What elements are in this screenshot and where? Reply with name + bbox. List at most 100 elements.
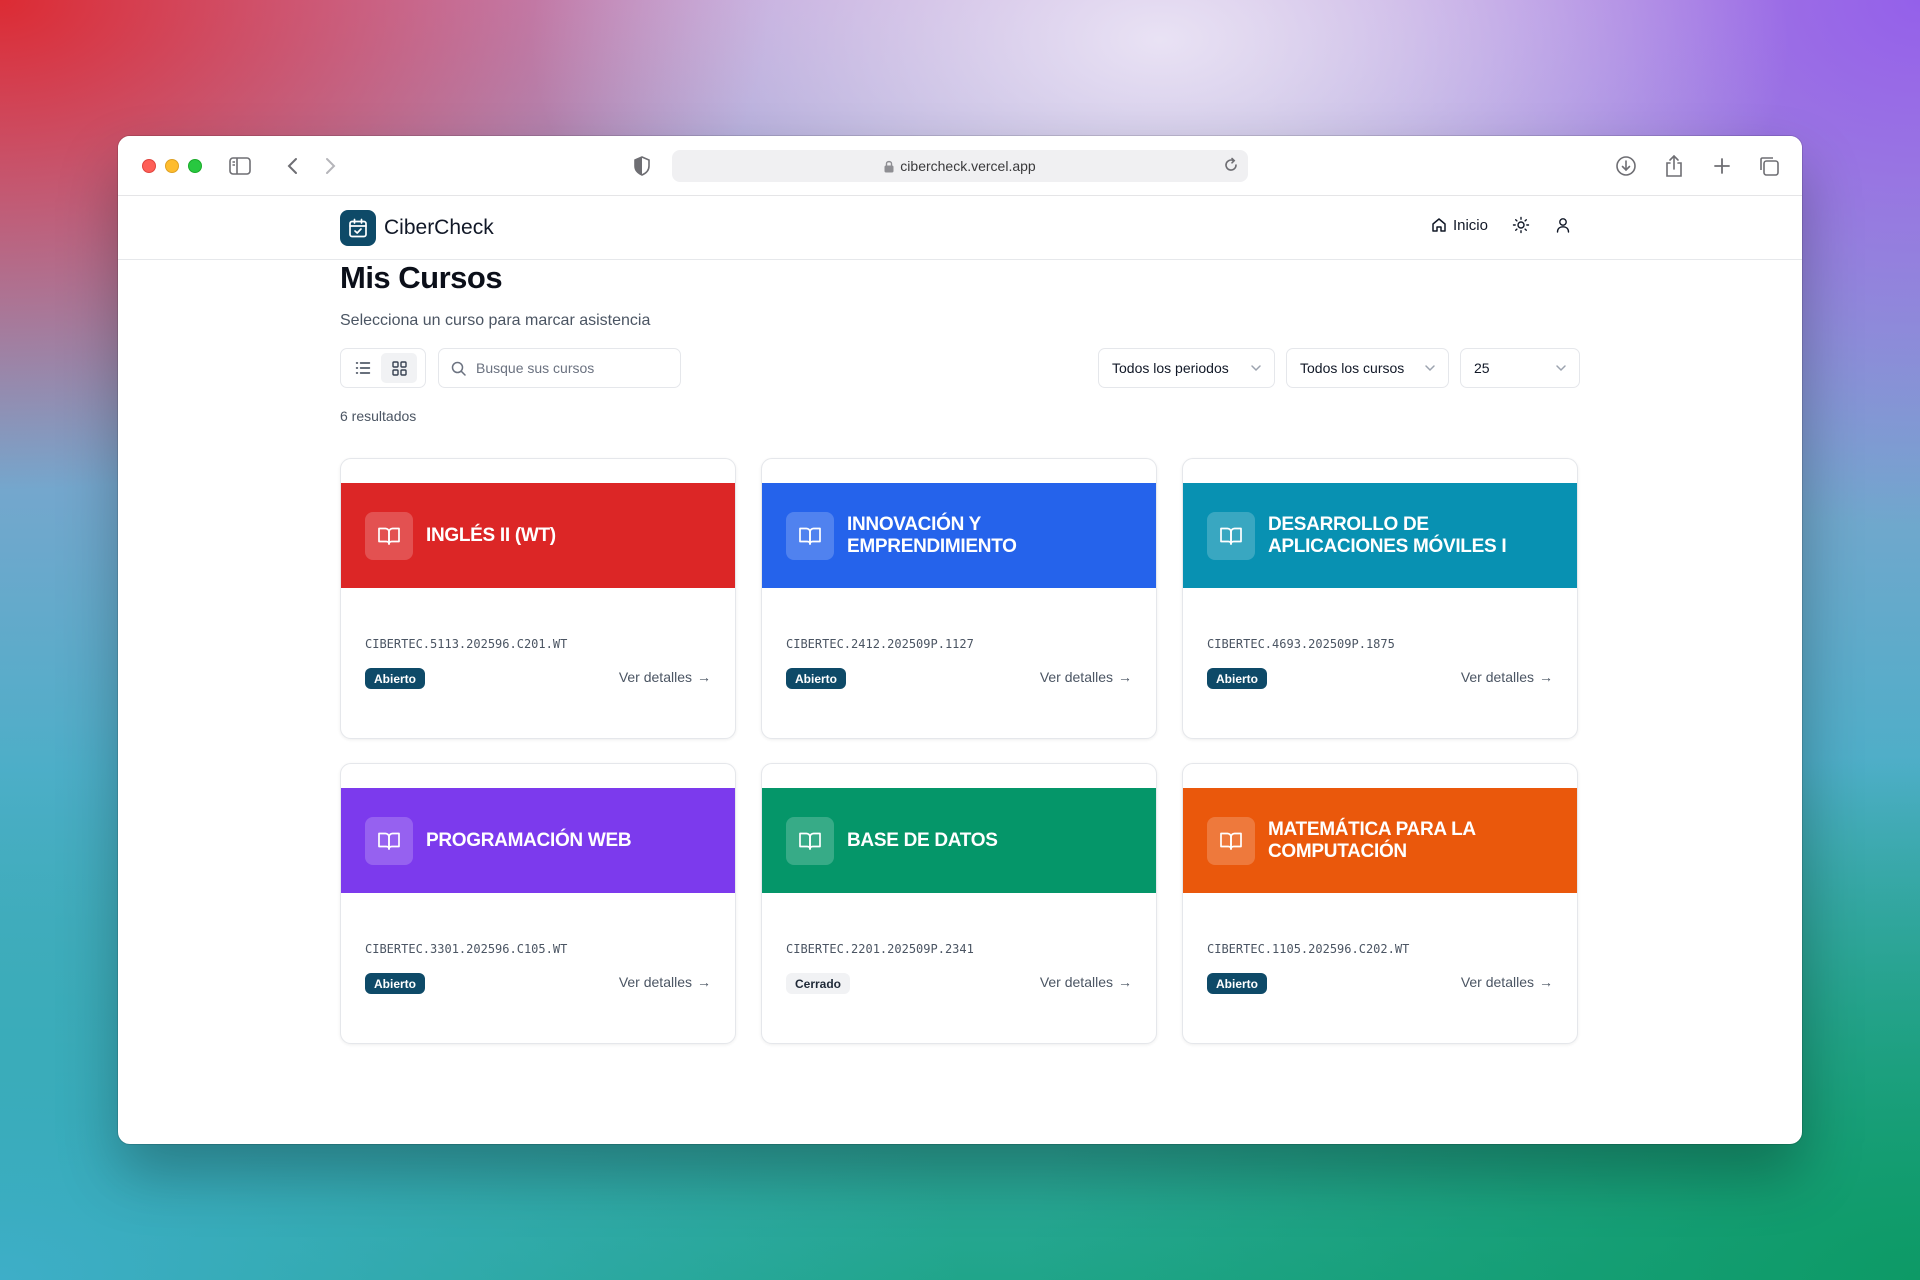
course-code: CIBERTEC.1105.202596.C202.WT <box>1207 942 1410 956</box>
sidebar-toggle-icon[interactable] <box>228 154 252 178</box>
open-book-icon <box>1207 511 1255 560</box>
course-title: INGLÉS II (WT) <box>426 524 556 546</box>
browser-toolbar: cibercheck.vercel.app <box>118 136 1802 196</box>
course-card[interactable]: PROGRAMACIÓN WEB CIBERTEC.3301.202596.C1… <box>340 763 736 1044</box>
status-badge: Abierto <box>786 668 846 689</box>
theme-toggle-sun-icon[interactable] <box>1512 216 1530 234</box>
course-code: CIBERTEC.2201.202509P.2341 <box>786 942 974 956</box>
course-code: CIBERTEC.4693.202509P.1875 <box>1207 637 1395 651</box>
minimize-window-button[interactable] <box>165 159 179 173</box>
course-code: CIBERTEC.3301.202596.C105.WT <box>365 942 568 956</box>
results-count: 6 resultados <box>340 408 417 424</box>
course-title: PROGRAMACIÓN WEB <box>426 829 632 851</box>
brand[interactable]: CiberCheck <box>340 210 494 246</box>
app-name: CiberCheck <box>384 216 494 239</box>
view-details-label: Ver detalles <box>1039 974 1113 990</box>
status-badge: Abierto <box>1207 973 1267 994</box>
view-details-link[interactable]: Ver detalles → <box>619 974 711 990</box>
user-profile-icon[interactable] <box>1554 216 1572 234</box>
list-view-button[interactable] <box>345 353 381 383</box>
open-book-icon <box>1207 816 1255 865</box>
page-title: Mis Cursos <box>340 260 503 295</box>
arrow-right-icon: → <box>1118 669 1132 685</box>
status-badge: Abierto <box>365 668 425 689</box>
course-title: INNOVACIÓN Y EMPRENDIMIENTO <box>847 513 1017 557</box>
course-title: MATEMÁTICA PARA LA COMPUTACIÓN <box>1268 818 1476 862</box>
page-size-value: 25 <box>1474 360 1490 376</box>
course-card-header: INNOVACIÓN Y EMPRENDIMIENTO <box>762 483 1156 588</box>
search-icon <box>451 361 466 376</box>
search-input[interactable] <box>476 360 666 376</box>
status-badge: Abierto <box>365 973 425 994</box>
page-subtitle: Selecciona un curso para marcar asistenc… <box>340 312 651 329</box>
grid-view-button[interactable] <box>381 353 417 383</box>
lock-icon <box>884 160 894 173</box>
course-card-header: INGLÉS II (WT) <box>341 483 735 588</box>
downloads-icon[interactable] <box>1614 154 1638 178</box>
view-details-link[interactable]: Ver detalles → <box>1040 669 1132 685</box>
view-details-link[interactable]: Ver detalles → <box>619 669 711 685</box>
period-filter-select[interactable]: Todos los periodos <box>1098 348 1275 388</box>
arrow-right-icon: → <box>1118 974 1132 990</box>
main-content: Mis Cursos Selecciona un curso para marc… <box>340 260 1580 1044</box>
address-bar[interactable]: cibercheck.vercel.app <box>672 150 1248 182</box>
forward-icon[interactable] <box>318 154 342 178</box>
course-card-header: MATEMÁTICA PARA LA COMPUTACIÓN <box>1183 788 1577 893</box>
status-badge: Cerrado <box>786 973 851 994</box>
course-card[interactable]: INGLÉS II (WT) CIBERTEC.5113.202596.C201… <box>340 458 736 739</box>
view-details-label: Ver detalles <box>1460 669 1534 685</box>
new-tab-icon[interactable] <box>1710 154 1734 178</box>
open-book-icon <box>365 816 413 865</box>
view-details-label: Ver detalles <box>1460 974 1534 990</box>
arrow-right-icon: → <box>1539 974 1553 990</box>
course-title: BASE DE DATOS <box>847 829 998 851</box>
course-grid: INGLÉS II (WT) CIBERTEC.5113.202596.C201… <box>340 458 1580 1044</box>
course-toolbar: Todos los periodos Todos los cursos 25 <box>340 348 1580 388</box>
course-filter-value: Todos los cursos <box>1300 360 1405 376</box>
url-text: cibercheck.vercel.app <box>900 158 1036 174</box>
back-icon[interactable] <box>281 154 305 178</box>
course-title: DESARROLLO DE APLICACIONES MÓVILES I <box>1268 513 1507 557</box>
chevron-down-icon <box>1250 364 1262 372</box>
view-details-label: Ver detalles <box>618 974 692 990</box>
open-book-icon <box>786 511 834 560</box>
view-toggle <box>340 348 426 388</box>
share-icon[interactable] <box>1662 154 1686 178</box>
nav-home-label: Inicio <box>1452 216 1488 234</box>
reload-icon[interactable] <box>1222 156 1240 174</box>
course-card-header: BASE DE DATOS <box>762 788 1156 893</box>
course-card[interactable]: DESARROLLO DE APLICACIONES MÓVILES I CIB… <box>1182 458 1578 739</box>
calendar-check-icon <box>340 210 376 246</box>
search-box <box>438 348 681 388</box>
arrow-right-icon: → <box>697 974 711 990</box>
course-code: CIBERTEC.2412.202509P.1127 <box>786 637 974 651</box>
view-details-label: Ver detalles <box>618 669 692 685</box>
period-filter-value: Todos los periodos <box>1112 360 1229 376</box>
app-navbar: CiberCheck Inicio <box>118 196 1802 260</box>
chevron-down-icon <box>1555 364 1567 372</box>
browser-window: cibercheck.vercel.app CiberCheck Inicio … <box>118 136 1802 1144</box>
privacy-shield-icon[interactable] <box>630 154 654 178</box>
course-filter-select[interactable]: Todos los cursos <box>1286 348 1449 388</box>
course-card[interactable]: INNOVACIÓN Y EMPRENDIMIENTO CIBERTEC.241… <box>761 458 1157 739</box>
close-window-button[interactable] <box>142 159 156 173</box>
zoom-window-button[interactable] <box>188 159 202 173</box>
open-book-icon <box>365 511 413 560</box>
arrow-right-icon: → <box>697 669 711 685</box>
course-card[interactable]: BASE DE DATOS CIBERTEC.2201.202509P.2341… <box>761 763 1157 1044</box>
chevron-down-icon <box>1424 364 1436 372</box>
status-badge: Abierto <box>1207 668 1267 689</box>
nav-home-link[interactable]: Inicio <box>1431 217 1488 234</box>
view-details-link[interactable]: Ver detalles → <box>1461 669 1553 685</box>
open-book-icon <box>786 816 834 865</box>
page-size-select[interactable]: 25 <box>1460 348 1580 388</box>
view-details-link[interactable]: Ver detalles → <box>1461 974 1553 990</box>
tab-overview-icon[interactable] <box>1757 154 1781 178</box>
view-details-label: Ver detalles <box>1039 669 1113 685</box>
course-code: CIBERTEC.5113.202596.C201.WT <box>365 637 568 651</box>
view-details-link[interactable]: Ver detalles → <box>1040 974 1132 990</box>
course-card[interactable]: MATEMÁTICA PARA LA COMPUTACIÓN CIBERTEC.… <box>1182 763 1578 1044</box>
course-card-header: DESARROLLO DE APLICACIONES MÓVILES I <box>1183 483 1577 588</box>
arrow-right-icon: → <box>1539 669 1553 685</box>
home-icon <box>1431 217 1447 233</box>
